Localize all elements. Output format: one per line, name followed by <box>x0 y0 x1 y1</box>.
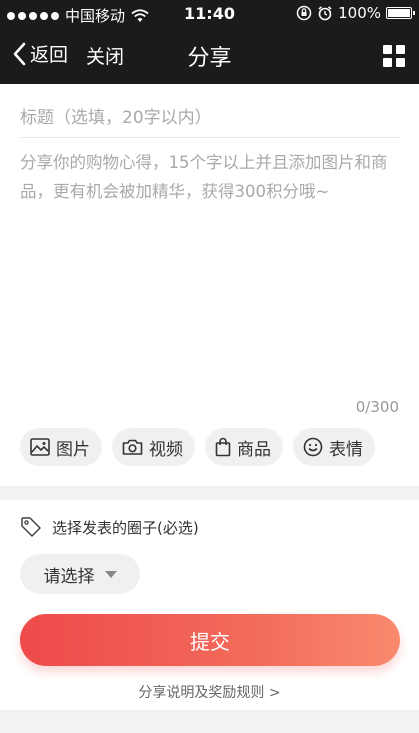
battery-icon <box>386 7 415 19</box>
add-emoji-button[interactable]: 表情 <box>293 428 375 466</box>
add-product-label: 商品 <box>237 439 271 460</box>
media-toolbar: 图片 视频 商品 表情 <box>20 428 375 466</box>
nav-bar: 返回 关闭 分享 <box>0 28 419 84</box>
tag-icon <box>21 517 41 537</box>
rules-link[interactable]: 分享说明及奖励规则 > <box>0 682 419 702</box>
camera-icon <box>122 439 143 455</box>
add-video-button[interactable]: 视频 <box>112 428 195 466</box>
battery-percent: 100% <box>338 4 381 22</box>
add-emoji-label: 表情 <box>329 439 363 460</box>
status-right: 100% <box>296 4 415 22</box>
add-image-button[interactable]: 图片 <box>20 428 102 466</box>
page-title: 分享 <box>187 46 232 71</box>
status-bar: 中国移动 11:40 100% <box>0 0 419 28</box>
circle-label: 选择发表的圈子(必选) <box>52 518 199 537</box>
char-counter: 0/300 <box>355 398 399 416</box>
alarm-icon <box>318 6 332 21</box>
grid-icon[interactable] <box>383 45 405 67</box>
add-image-label: 图片 <box>56 439 90 460</box>
image-icon <box>30 438 50 456</box>
add-video-label: 视频 <box>149 439 183 460</box>
circle-select[interactable]: 请选择 <box>20 554 140 594</box>
submit-button[interactable]: 提交 <box>20 614 400 666</box>
content-textarea[interactable] <box>20 148 404 388</box>
caret-down-icon <box>104 570 117 578</box>
title-input[interactable] <box>20 98 400 138</box>
smiley-icon <box>303 437 323 457</box>
circle-label-row: 选择发表的圈子(必选) <box>20 516 199 538</box>
shopping-bag-icon <box>215 437 231 457</box>
add-product-button[interactable]: 商品 <box>205 428 283 466</box>
circle-section: 选择发表的圈子(必选) 请选择 提交 分享说明及奖励规则 > <box>0 500 419 710</box>
circle-select-value: 请选择 <box>43 566 95 587</box>
post-editor: 0/300 图片 视频 商品 <box>0 84 419 486</box>
rotation-lock-icon <box>296 5 312 21</box>
